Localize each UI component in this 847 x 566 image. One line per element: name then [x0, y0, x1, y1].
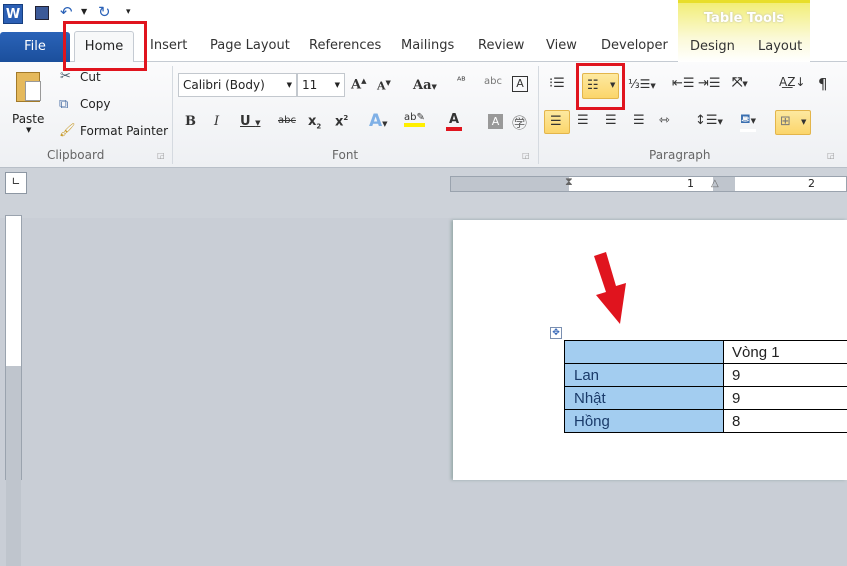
font-family-value: Calibri (Body): [183, 78, 265, 92]
column-marker[interactable]: △: [711, 178, 719, 189]
annotation-highlight-numbering: [576, 63, 625, 110]
table-row: Lan9: [565, 364, 847, 387]
copy-button[interactable]: Copy: [80, 97, 110, 111]
table-cell[interactable]: Nhật: [565, 387, 724, 410]
customize-toolbar-icon[interactable]: ▾: [126, 7, 131, 17]
vertical-ruler[interactable]: [5, 215, 22, 480]
align-left-icon: ☰: [550, 114, 562, 129]
format-painter-icon: 🖌: [59, 123, 76, 138]
paste-label: Paste: [12, 112, 44, 126]
table-tools-context: Table Tools Design Layout: [678, 0, 810, 62]
table-row: Hồng8: [565, 410, 847, 433]
paragraph-group-label: Paragraph: [649, 148, 710, 162]
font-group-label: Font: [332, 148, 358, 162]
table-tools-header: Table Tools: [678, 11, 810, 26]
dialog-launcher-icon[interactable]: ◲: [522, 151, 530, 160]
tab-page-layout[interactable]: Page Layout: [210, 38, 290, 53]
phonetic-guide-icon[interactable]: abc: [484, 76, 502, 87]
divider: [172, 66, 173, 164]
superscript-icon[interactable]: x2: [335, 114, 348, 129]
font-color-icon[interactable]: A: [446, 112, 462, 131]
bullets-icon[interactable]: ⁝☰: [549, 76, 565, 91]
cut-button[interactable]: Cut: [80, 70, 101, 84]
chevron-down-icon: ▼: [26, 126, 31, 134]
font-family-select[interactable]: Calibri (Body)▼: [178, 73, 297, 97]
multilevel-list-icon[interactable]: ⅓☰▼: [628, 77, 656, 91]
tab-mailings[interactable]: Mailings: [401, 38, 454, 53]
indent-marker[interactable]: ⧗: [565, 175, 573, 189]
table-cell[interactable]: 9: [724, 364, 847, 387]
table-row: Nhật9: [565, 387, 847, 410]
borders-icon: ⊞: [780, 114, 791, 129]
divider: [538, 66, 539, 164]
table-cell[interactable]: Hồng: [565, 410, 724, 433]
tab-references[interactable]: References: [309, 38, 381, 53]
table-cell[interactable]: Lan: [565, 364, 724, 387]
dialog-launcher-icon[interactable]: ◲: [827, 151, 835, 160]
sort-icon[interactable]: A͟Z↓: [779, 75, 805, 89]
grow-font-icon[interactable]: A▲: [351, 76, 366, 92]
strikethrough-icon[interactable]: abc: [278, 115, 296, 126]
tab-design[interactable]: Design: [690, 39, 735, 54]
align-left-button[interactable]: ☰: [544, 110, 570, 134]
clipboard-icon: [16, 72, 40, 102]
save-icon[interactable]: [35, 6, 49, 20]
tab-layout[interactable]: Layout: [758, 39, 802, 54]
distributed-icon[interactable]: ⇿: [659, 113, 670, 128]
borders-button[interactable]: ⊞▼: [775, 110, 811, 135]
justify-icon[interactable]: ☰: [633, 113, 645, 128]
undo-icon[interactable]: ↶: [60, 3, 73, 21]
asian-layout-icon[interactable]: ⤧▼: [732, 75, 748, 90]
underline-icon[interactable]: U ▼: [240, 114, 260, 129]
table-cell[interactable]: [565, 341, 724, 364]
font-size-select[interactable]: 11▼: [297, 73, 345, 97]
horizontal-ruler[interactable]: 1 2 ⧗ △: [450, 176, 847, 192]
paste-button[interactable]: Paste ▼: [10, 68, 50, 138]
copy-icon: ⧉: [59, 97, 68, 112]
text-effects-icon[interactable]: A▼: [369, 111, 388, 131]
tab-insert[interactable]: Insert: [150, 38, 187, 53]
clipboard-group-label: Clipboard: [47, 148, 104, 162]
table-cell[interactable]: 9: [724, 387, 847, 410]
ruler-label: 2: [808, 177, 815, 190]
change-case-icon[interactable]: Aa▼: [413, 78, 437, 93]
clear-formatting-icon[interactable]: ᴬᴮ: [457, 76, 466, 87]
chevron-down-icon: ▼: [801, 118, 806, 126]
tab-review[interactable]: Review: [478, 38, 524, 53]
increase-indent-icon[interactable]: ⇥☰: [698, 76, 721, 91]
line-spacing-icon[interactable]: ↕☰▼: [695, 113, 723, 128]
font-size-value: 11: [302, 78, 317, 92]
shading-icon[interactable]: ⛾▼: [740, 112, 756, 132]
align-right-icon[interactable]: ☰: [605, 113, 617, 128]
ruler-label: 1: [687, 177, 694, 190]
format-painter-button[interactable]: Format Painter: [80, 124, 168, 138]
shrink-font-icon[interactable]: A▼: [377, 78, 391, 93]
decrease-indent-icon[interactable]: ⇤☰: [672, 76, 695, 91]
tab-file[interactable]: File: [0, 32, 70, 62]
document-table[interactable]: Vòng 1 Lan9 Nhật9 Hồng8: [564, 340, 847, 433]
table-row: Vòng 1: [565, 341, 847, 364]
character-shading-icon[interactable]: A: [488, 114, 503, 129]
word-logo-icon[interactable]: W: [3, 4, 23, 24]
scissors-icon: ✂: [60, 69, 71, 84]
annotation-highlight-home: [63, 21, 147, 71]
dialog-launcher-icon[interactable]: ◲: [157, 151, 165, 160]
red-arrow-icon: [590, 250, 630, 326]
show-formatting-marks-icon[interactable]: ¶: [818, 75, 828, 93]
table-cell[interactable]: Vòng 1: [724, 341, 847, 364]
italic-icon[interactable]: I: [214, 114, 219, 129]
highlight-color-icon[interactable]: ab✎: [404, 112, 425, 127]
bold-icon[interactable]: B: [185, 114, 196, 129]
tab-view[interactable]: View: [546, 38, 577, 53]
table-cell[interactable]: 8: [724, 410, 847, 433]
tab-selector[interactable]: ∟: [5, 172, 27, 194]
table-move-handle-icon[interactable]: ✥: [550, 327, 562, 339]
redo-icon[interactable]: ↻: [98, 3, 111, 21]
undo-dropdown-icon[interactable]: ▼: [81, 7, 87, 16]
align-center-icon[interactable]: ☰: [577, 113, 589, 128]
subscript-icon[interactable]: x2: [308, 114, 321, 131]
enclose-characters-icon[interactable]: ㊫: [512, 112, 527, 133]
tab-developer[interactable]: Developer: [601, 38, 668, 53]
character-border-icon[interactable]: A: [512, 76, 528, 92]
